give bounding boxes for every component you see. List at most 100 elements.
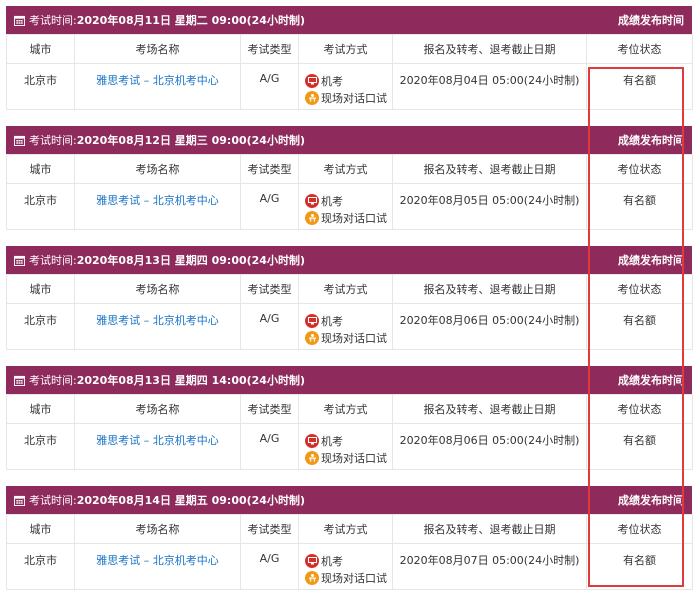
computer-icon	[305, 193, 319, 208]
col-header-status: 考位状态	[586, 274, 693, 304]
speaking-icon	[305, 570, 319, 585]
col-header-status: 考位状态	[586, 154, 693, 184]
col-header-deadline: 报名及转考、退考截止日期	[392, 274, 587, 304]
time-value: 2020年08月12日 星期三 09:00(24小时制)	[76, 134, 305, 147]
col-header-type: 考试类型	[240, 394, 299, 424]
col-header-type: 考试类型	[240, 154, 299, 184]
mode-computer-label: 机考	[321, 194, 343, 208]
exam-session: 考试时间: 2020年08月13日 星期四 09:00(24小时制) 成绩发布时…	[6, 246, 693, 350]
venue-link[interactable]: 雅思考试 – 北京机考中心	[96, 554, 219, 567]
type-cell: A/G	[240, 183, 299, 230]
score-release-label: 成绩发布时间	[618, 494, 684, 507]
speaking-icon	[305, 330, 319, 345]
time-label: 考试时间:	[29, 134, 77, 147]
calendar-icon	[14, 375, 25, 386]
city-cell: 北京市	[6, 303, 75, 350]
session-header: 考试时间: 2020年08月11日 星期二 09:00(24小时制) 成绩发布时…	[6, 6, 692, 34]
computer-icon	[305, 433, 319, 448]
type-cell: A/G	[240, 63, 299, 110]
score-release-label: 成绩发布时间	[618, 134, 684, 147]
table-row: 北京市 雅思考试 – 北京机考中心 A/G 机考 现场对话口试 2020年08月…	[6, 543, 693, 590]
col-header-mode: 考试方式	[298, 34, 393, 64]
venue-link[interactable]: 雅思考试 – 北京机考中心	[96, 314, 219, 327]
col-header-venue: 考场名称	[74, 34, 241, 64]
col-header-mode: 考试方式	[298, 154, 393, 184]
exam-session: 考试时间: 2020年08月12日 星期三 09:00(24小时制) 成绩发布时…	[6, 126, 693, 230]
city-cell: 北京市	[6, 543, 75, 590]
calendar-icon	[14, 495, 25, 506]
venue-link[interactable]: 雅思考试 – 北京机考中心	[96, 74, 219, 87]
mode-speaking-label: 现场对话口试	[321, 211, 387, 225]
exam-session: 考试时间: 2020年08月14日 星期五 09:00(24小时制) 成绩发布时…	[6, 486, 693, 590]
status-cell: 有名额	[586, 303, 693, 350]
mode-speaking-label: 现场对话口试	[321, 331, 387, 345]
col-header-venue: 考场名称	[74, 274, 241, 304]
type-cell: A/G	[240, 423, 299, 470]
computer-icon	[305, 313, 319, 328]
status-cell: 有名额	[586, 183, 693, 230]
mode-cell: 机考 现场对话口试	[298, 423, 393, 470]
status-cell: 有名额	[586, 543, 693, 590]
col-header-mode: 考试方式	[298, 394, 393, 424]
type-cell: A/G	[240, 303, 299, 350]
col-header-deadline: 报名及转考、退考截止日期	[392, 34, 587, 64]
time-value: 2020年08月13日 星期四 09:00(24小时制)	[76, 254, 305, 267]
table-header-row: 城市 考场名称 考试类型 考试方式 报名及转考、退考截止日期 考位状态	[6, 154, 693, 184]
speaking-icon	[305, 450, 319, 465]
venue-cell: 雅思考试 – 北京机考中心	[74, 63, 241, 110]
computer-icon	[305, 553, 319, 568]
venue-link[interactable]: 雅思考试 – 北京机考中心	[96, 194, 219, 207]
time-label: 考试时间:	[29, 374, 77, 387]
exam-session-list: 考试时间: 2020年08月11日 星期二 09:00(24小时制) 成绩发布时…	[6, 6, 693, 606]
session-time: 考试时间: 2020年08月12日 星期三 09:00(24小时制)	[14, 132, 305, 148]
col-header-status: 考位状态	[586, 394, 693, 424]
type-cell: A/G	[240, 543, 299, 590]
speaking-icon	[305, 210, 319, 225]
mode-computer-label: 机考	[321, 314, 343, 328]
calendar-icon	[14, 255, 25, 266]
table-row: 北京市 雅思考试 – 北京机考中心 A/G 机考 现场对话口试 2020年08月…	[6, 183, 693, 230]
city-cell: 北京市	[6, 183, 75, 230]
time-value: 2020年08月11日 星期二 09:00(24小时制)	[76, 14, 305, 27]
time-label: 考试时间:	[29, 254, 77, 267]
mode-speaking-label: 现场对话口试	[321, 451, 387, 465]
mode-cell: 机考 现场对话口试	[298, 543, 393, 590]
status-cell: 有名额	[586, 63, 693, 110]
mode-speaking-label: 现场对话口试	[321, 91, 387, 105]
venue-link[interactable]: 雅思考试 – 北京机考中心	[96, 434, 219, 447]
city-cell: 北京市	[6, 63, 75, 110]
deadline-cell: 2020年08月04日 05:00(24小时制)	[392, 63, 587, 110]
session-table: 城市 考场名称 考试类型 考试方式 报名及转考、退考截止日期 考位状态 北京市 …	[6, 274, 693, 350]
col-header-city: 城市	[6, 394, 75, 424]
time-label: 考试时间:	[29, 14, 77, 27]
col-header-city: 城市	[6, 274, 75, 304]
city-cell: 北京市	[6, 423, 75, 470]
venue-cell: 雅思考试 – 北京机考中心	[74, 543, 241, 590]
table-row: 北京市 雅思考试 – 北京机考中心 A/G 机考 现场对话口试 2020年08月…	[6, 63, 693, 110]
session-time: 考试时间: 2020年08月13日 星期四 14:00(24小时制)	[14, 372, 305, 388]
col-header-mode: 考试方式	[298, 514, 393, 544]
col-header-type: 考试类型	[240, 274, 299, 304]
session-time: 考试时间: 2020年08月11日 星期二 09:00(24小时制)	[14, 12, 305, 28]
table-header-row: 城市 考场名称 考试类型 考试方式 报名及转考、退考截止日期 考位状态	[6, 34, 693, 64]
mode-computer-label: 机考	[321, 554, 343, 568]
mode-cell: 机考 现场对话口试	[298, 303, 393, 350]
col-header-status: 考位状态	[586, 34, 693, 64]
deadline-cell: 2020年08月05日 05:00(24小时制)	[392, 183, 587, 230]
col-header-venue: 考场名称	[74, 514, 241, 544]
mode-cell: 机考 现场对话口试	[298, 183, 393, 230]
col-header-type: 考试类型	[240, 34, 299, 64]
deadline-cell: 2020年08月06日 05:00(24小时制)	[392, 303, 587, 350]
time-label: 考试时间:	[29, 494, 77, 507]
col-header-venue: 考场名称	[74, 394, 241, 424]
col-header-deadline: 报名及转考、退考截止日期	[392, 514, 587, 544]
col-header-city: 城市	[6, 514, 75, 544]
mode-computer-label: 机考	[321, 434, 343, 448]
calendar-icon	[14, 15, 25, 26]
session-table: 城市 考场名称 考试类型 考试方式 报名及转考、退考截止日期 考位状态 北京市 …	[6, 514, 693, 590]
session-table: 城市 考场名称 考试类型 考试方式 报名及转考、退考截止日期 考位状态 北京市 …	[6, 34, 693, 110]
speaking-icon	[305, 90, 319, 105]
session-table: 城市 考场名称 考试类型 考试方式 报名及转考、退考截止日期 考位状态 北京市 …	[6, 394, 693, 470]
table-row: 北京市 雅思考试 – 北京机考中心 A/G 机考 现场对话口试 2020年08月…	[6, 423, 693, 470]
session-header: 考试时间: 2020年08月13日 星期四 09:00(24小时制) 成绩发布时…	[6, 246, 692, 274]
